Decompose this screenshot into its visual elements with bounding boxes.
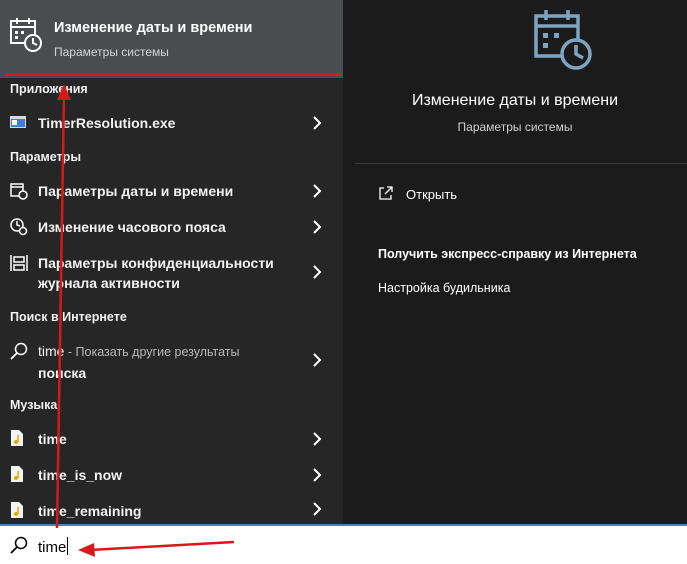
result-app-timerresolution[interactable]: TimerResolution.exe [0,110,343,136]
chevron-right-icon [313,353,322,367]
calendar-clock-icon [10,18,42,52]
calendar-clock-icon [10,183,28,200]
open-icon[interactable] [378,185,394,201]
result-label: Изменение часового пояса [38,219,226,235]
result-label: time_remaining [38,503,142,519]
results-panel: Изменение даты и времени Параметры систе… [0,0,343,524]
result-music-time[interactable]: time [0,426,343,452]
result-music-time-is-now[interactable]: time_is_now [0,462,343,488]
quick-help-heading: Получить экспресс-справку из Интернета [378,247,637,261]
app-exe-icon [10,116,26,128]
section-web: Поиск в Интернете [10,310,127,324]
alarm-help-link[interactable]: Настройка будильника [378,281,510,295]
result-web-search[interactable]: time - Показать другие результаты поиска [0,338,343,384]
web-query: time [38,343,65,359]
best-match-subtitle: Параметры системы [54,45,169,59]
clock-globe-icon [10,218,28,236]
annotation-underline [5,73,341,76]
preview-subtitle: Параметры системы [457,120,573,134]
chevron-right-icon [313,265,322,279]
preview-divider [355,163,687,164]
web-result-line1: time - Показать другие результаты [38,343,240,359]
search-input[interactable]: time [38,537,69,556]
best-match-item[interactable]: Изменение даты и времени Параметры систе… [0,0,343,78]
chevron-right-icon [313,432,322,446]
preview-title: Изменение даты и времени [411,92,619,109]
music-file-icon [11,466,23,482]
best-match-title: Изменение даты и времени [54,20,253,36]
result-setting-date-time[interactable]: Параметры даты и времени [0,178,343,204]
result-label-line2: журнала активности [38,275,180,291]
text-caret [67,537,69,555]
chevron-right-icon [313,116,322,130]
section-settings: Параметры [10,150,81,164]
web-suffix-line2: поиска [38,365,87,381]
result-label: time_is_now [38,467,123,483]
result-label: TimerResolution.exe [38,115,176,131]
open-action[interactable]: Открыть [406,187,457,202]
chevron-right-icon [313,220,322,234]
chevron-right-icon [313,184,322,198]
search-bar[interactable]: time [0,524,687,564]
result-label: time [38,431,67,447]
web-suffix-line1: - Показать другие результаты [64,345,240,359]
chevron-right-icon [313,502,322,516]
search-icon [10,342,28,360]
result-label: Параметры даты и времени [38,183,234,199]
preview-panel [343,0,687,524]
result-setting-activity-history[interactable]: Параметры конфиденциальности журнала акт… [0,250,343,296]
search-icon [10,536,28,554]
result-setting-timezone[interactable]: Изменение часового пояса [0,214,343,240]
result-label-line1: Параметры конфиденциальности [38,255,274,271]
calendar-clock-icon [534,10,592,70]
result-music-time-remaining[interactable]: time_remaining [0,498,343,524]
music-file-icon [11,502,23,518]
section-apps: Приложения [10,82,88,96]
timeline-icon [10,255,28,271]
search-input-value: time [38,539,67,556]
chevron-right-icon [313,468,322,482]
section-music: Музыка [10,398,58,412]
music-file-icon [11,430,23,446]
